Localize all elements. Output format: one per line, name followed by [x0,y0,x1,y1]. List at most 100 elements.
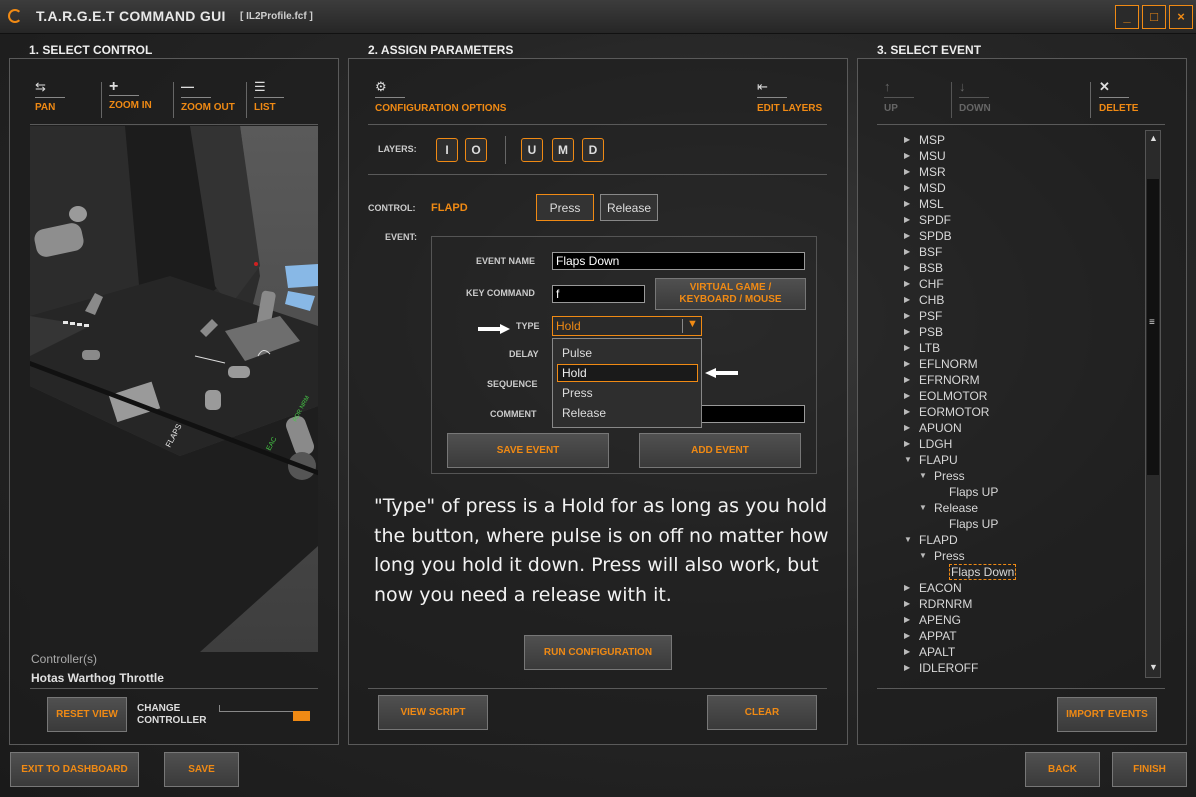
press-button[interactable]: Press [536,194,594,221]
tree-item[interactable]: EORMOTOR [919,404,989,420]
comment-input[interactable] [700,405,805,423]
layer-d-button[interactable]: D [582,138,604,162]
collapsed-triangle-icon[interactable]: ▶ [904,295,910,304]
view-script-button[interactable]: VIEW SCRIPT [378,695,488,730]
tree-item[interactable]: APENG [919,612,961,628]
collapsed-triangle-icon[interactable]: ▶ [904,439,910,448]
reset-view-button[interactable]: RESET VIEW [47,697,127,732]
layer-i-button[interactable]: I [436,138,458,162]
tree-item[interactable]: PSB [919,324,943,340]
tree-item[interactable]: EFRNORM [919,372,980,388]
event-name-input[interactable]: Flaps Down [552,252,805,270]
collapsed-triangle-icon[interactable]: ▶ [904,167,910,176]
collapsed-triangle-icon[interactable]: ▶ [904,615,910,624]
tree-item[interactable]: MSD [919,180,946,196]
run-configuration-button[interactable]: RUN CONFIGURATION [524,635,672,670]
collapsed-triangle-icon[interactable]: ▶ [904,183,910,192]
expanded-triangle-icon[interactable]: ▼ [919,551,927,560]
tree-item[interactable]: LDGH [919,436,952,452]
tree-item[interactable]: FLAPU [919,452,958,468]
import-events-button[interactable]: IMPORT EVENTS [1057,697,1157,732]
expanded-triangle-icon[interactable]: ▼ [919,471,927,480]
maximize-button[interactable]: □ [1142,5,1166,29]
expanded-triangle-icon[interactable]: ▼ [919,503,927,512]
collapsed-triangle-icon[interactable]: ▶ [904,135,910,144]
collapsed-triangle-icon[interactable]: ▶ [904,263,910,272]
collapsed-triangle-icon[interactable]: ▶ [904,359,910,368]
save-event-button[interactable]: SAVE EVENT [447,433,609,468]
virtual-input-button[interactable]: VIRTUAL GAME / KEYBOARD / MOUSE [655,278,806,310]
expanded-triangle-icon[interactable]: ▼ [904,455,912,464]
tree-item[interactable]: APALT [919,644,955,660]
tree-item[interactable]: MSP [919,132,945,148]
back-button[interactable]: BACK [1025,752,1100,787]
collapsed-triangle-icon[interactable]: ▶ [904,215,910,224]
collapsed-triangle-icon[interactable]: ▶ [904,663,910,672]
layer-m-button[interactable]: M [552,138,574,162]
zoom-in-tool[interactable]: + ZOOM IN [109,79,152,111]
layer-u-button[interactable]: U [521,138,543,162]
delete-button[interactable]: ✕ DELETE [1099,80,1138,114]
move-down-button[interactable]: ↓ DOWN [959,80,991,114]
tree-item[interactable]: EACON [919,580,962,596]
tree-item[interactable]: PSF [919,308,942,324]
type-option-hold[interactable]: Hold [557,364,698,382]
scroll-up-icon[interactable]: ▲ [1149,133,1158,143]
tree-item[interactable]: Flaps UP [949,516,998,532]
event-tree-scrollbar[interactable]: ▲ ≡ ▼ [1145,130,1161,678]
edit-layers-button[interactable]: ⇤ EDIT LAYERS [757,80,822,114]
collapsed-triangle-icon[interactable]: ▶ [904,391,910,400]
collapsed-triangle-icon[interactable]: ▶ [904,647,910,656]
tree-item[interactable]: Release [934,500,978,516]
tree-item[interactable]: SPDF [919,212,951,228]
type-select[interactable]: Hold ▼ [552,316,702,336]
collapsed-triangle-icon[interactable]: ▶ [904,375,910,384]
tree-item[interactable]: Flaps Down [949,564,1017,580]
release-button[interactable]: Release [600,194,658,221]
scroll-down-icon[interactable]: ▼ [1149,662,1158,672]
collapsed-triangle-icon[interactable]: ▶ [904,279,910,288]
tree-item[interactable]: BSB [919,260,943,276]
configuration-options-button[interactable]: ⚙ CONFIGURATION OPTIONS [375,80,506,114]
collapsed-triangle-icon[interactable]: ▶ [904,151,910,160]
minimize-button[interactable]: _ [1115,5,1139,29]
controller-slider-thumb[interactable] [293,711,310,721]
tree-item[interactable]: EOLMOTOR [919,388,987,404]
tree-item[interactable]: MSR [919,164,946,180]
move-up-button[interactable]: ↑ UP [884,80,914,114]
tree-item[interactable]: APUON [919,420,962,436]
close-button[interactable]: × [1169,5,1193,29]
tree-item[interactable]: Press [934,548,965,564]
expanded-triangle-icon[interactable]: ▼ [904,535,912,544]
device-3d-view[interactable]: FLAPS EAC RDR NRM [30,126,318,652]
collapsed-triangle-icon[interactable]: ▶ [904,631,910,640]
tree-item[interactable]: CHB [919,292,944,308]
tree-item[interactable]: CHF [919,276,944,292]
tree-item[interactable]: FLAPD [919,532,958,548]
list-tool[interactable]: ☰ LIST [254,80,284,113]
exit-to-dashboard-button[interactable]: EXIT TO DASHBOARD [10,752,139,787]
collapsed-triangle-icon[interactable]: ▶ [904,247,910,256]
tree-item[interactable]: MSL [919,196,944,212]
zoom-out-tool[interactable]: — ZOOM OUT [181,80,235,113]
collapsed-triangle-icon[interactable]: ▶ [904,423,910,432]
tree-item[interactable]: Press [934,468,965,484]
clear-button[interactable]: CLEAR [707,695,817,730]
tree-item[interactable]: SPDB [919,228,952,244]
collapsed-triangle-icon[interactable]: ▶ [904,327,910,336]
tree-item[interactable]: APPAT [919,628,957,644]
tree-item[interactable]: BSF [919,244,942,260]
collapsed-triangle-icon[interactable]: ▶ [904,583,910,592]
save-button[interactable]: SAVE [164,752,239,787]
key-command-input[interactable]: f [552,285,645,303]
add-event-button[interactable]: ADD EVENT [639,433,801,468]
collapsed-triangle-icon[interactable]: ▶ [904,311,910,320]
collapsed-triangle-icon[interactable]: ▶ [904,231,910,240]
type-option-release[interactable]: Release [562,406,606,420]
collapsed-triangle-icon[interactable]: ▶ [904,407,910,416]
tree-item[interactable]: MSU [919,148,946,164]
finish-button[interactable]: FINISH [1112,752,1187,787]
pan-tool[interactable]: ⇆ PAN [35,80,65,113]
tree-item[interactable]: LTB [919,340,940,356]
layer-o-button[interactable]: O [465,138,487,162]
